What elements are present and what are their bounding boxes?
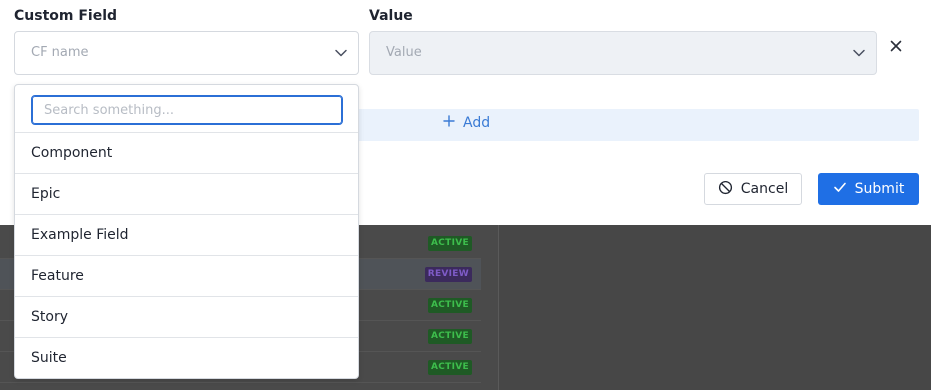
custom-field-label: Custom Field	[14, 8, 118, 24]
status-badge: ACTIVE	[428, 360, 472, 375]
submit-button[interactable]: Submit	[818, 173, 919, 205]
chevron-down-icon	[334, 46, 348, 64]
value-select[interactable]: Value	[369, 31, 877, 75]
ban-icon	[718, 180, 733, 199]
check-icon	[833, 180, 847, 198]
dropdown-option-epic[interactable]: Epic	[15, 174, 358, 215]
dropdown-option-example-field[interactable]: Example Field	[15, 215, 358, 256]
status-badge: ACTIVE	[428, 236, 472, 251]
cancel-button[interactable]: Cancel	[704, 173, 802, 205]
custom-field-dropdown: Component Epic Example Field Feature Sto…	[14, 84, 359, 379]
plus-icon	[443, 115, 455, 131]
add-button[interactable]: Add	[443, 115, 490, 131]
dropdown-option-feature[interactable]: Feature	[15, 256, 358, 297]
status-badge: ACTIVE	[428, 329, 472, 344]
add-label: Add	[463, 115, 491, 131]
cf-name-placeholder: CF name	[31, 45, 89, 60]
dropdown-search-area	[15, 85, 358, 133]
search-input[interactable]	[31, 95, 343, 125]
status-badge: REVIEW	[424, 267, 472, 282]
dropdown-option-suite[interactable]: Suite	[15, 338, 358, 378]
value-placeholder: Value	[386, 45, 422, 60]
cancel-label: Cancel	[740, 181, 789, 197]
close-icon[interactable]	[890, 40, 902, 56]
dropdown-option-story[interactable]: Story	[15, 297, 358, 338]
dropdown-option-component[interactable]: Component	[15, 133, 358, 174]
chevron-down-icon	[852, 46, 866, 64]
value-label: Value	[369, 8, 413, 24]
status-badge: ACTIVE	[428, 298, 472, 313]
submit-label: Submit	[854, 181, 905, 197]
custom-field-select[interactable]: CF name	[14, 31, 359, 75]
